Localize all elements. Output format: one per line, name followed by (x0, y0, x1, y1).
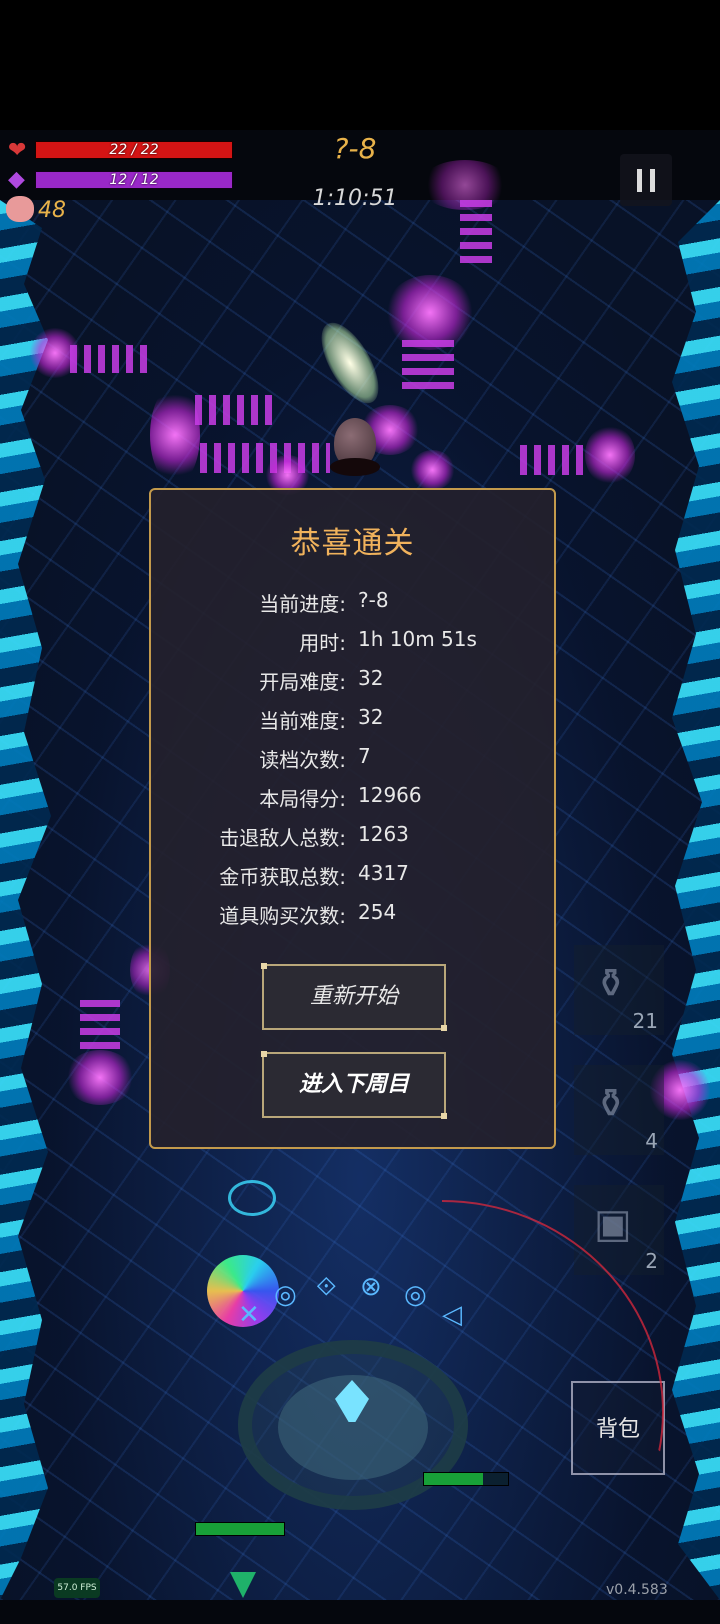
player-hair (330, 458, 380, 476)
rune-icon: ◎ (274, 1280, 297, 1310)
rune-icon: ✕ (238, 1300, 260, 1330)
stat-label: 本局得分: (259, 787, 346, 811)
item-count: 21 (632, 1009, 658, 1033)
projectile-trail (195, 395, 275, 425)
stat-value: 32 (358, 666, 384, 690)
stat-value: 7 (358, 744, 371, 768)
enemy-projectile (65, 1050, 135, 1105)
item-count: 4 (645, 1129, 658, 1153)
mp-text: 12 / 12 (109, 172, 159, 188)
level-complete-dialog: 恭喜通关 当前进度: ?-8 用时: 1h 10m 51s 开局难度: 32 当… (149, 488, 556, 1149)
stat-row-start-difficulty: 开局难度: 32 (151, 666, 554, 696)
stat-value: 254 (358, 900, 397, 924)
enemy-projectile (150, 385, 200, 485)
stat-label: 开局难度: (259, 670, 346, 694)
rune-icon: ⊗ (360, 1272, 382, 1302)
stat-row-load-count: 读档次数: 7 (151, 744, 554, 774)
hp-text: 22 / 22 (109, 142, 159, 158)
pause-icon (637, 169, 642, 192)
pause-icon-bar (650, 169, 655, 192)
projectile-trail (520, 445, 590, 475)
stat-label: 道具购买次数: (219, 904, 346, 928)
mana-crystal-icon: ◆ (8, 167, 25, 192)
projectile-trail (460, 200, 492, 270)
stat-label: 当前难度: (259, 709, 346, 733)
crate-icon: ▣ (594, 1201, 632, 1247)
enemy-projectile (385, 275, 475, 350)
top-letterbox (0, 0, 720, 130)
restart-button-label: 重新开始 (309, 984, 398, 1009)
fps-counter: 57.0 FPS (54, 1578, 100, 1598)
stat-value: 12966 (358, 783, 422, 807)
next-cycle-button[interactable]: 进入下周目 (261, 1051, 447, 1119)
stat-value: 32 (358, 705, 384, 729)
stat-row-gold: 金币获取总数: 4317 (151, 861, 554, 891)
potion-icon: ⚱ (594, 1081, 628, 1127)
stat-row-time: 用时: 1h 10m 51s (151, 627, 554, 657)
stage-indicator: ?-8 (333, 132, 377, 165)
restart-button[interactable]: 重新开始 (261, 963, 447, 1031)
stat-value: 1h 10m 51s (358, 627, 477, 651)
ally-health-bar (195, 1522, 285, 1536)
pig-icon (6, 196, 34, 222)
enemy-projectile (410, 450, 455, 490)
stat-label: 读档次数: (259, 748, 346, 772)
gold-count: 48 (38, 198, 66, 223)
rune-icon: ◎ (404, 1280, 427, 1310)
projectile-trail (80, 1000, 120, 1055)
pause-button[interactable] (620, 154, 672, 206)
projectile-trail (402, 340, 454, 390)
version-label: v0.4.583 (606, 1582, 668, 1598)
heart-icon: ❤ (8, 138, 27, 163)
stat-row-purchases: 道具购买次数: 254 (151, 900, 554, 930)
stat-label: 击退敌人总数: (219, 826, 346, 850)
target-ring (228, 1180, 276, 1216)
direction-arrow-icon (230, 1572, 256, 1598)
enemy-projectile (585, 425, 635, 485)
stat-row-enemies: 击退敌人总数: 1263 (151, 822, 554, 852)
stat-label: 用时: (299, 631, 346, 655)
stat-label: 金币获取总数: (219, 865, 346, 889)
stat-value: 1263 (358, 822, 409, 846)
item-slot-2[interactable]: ⚱ 4 (574, 1065, 664, 1155)
stat-label: 当前进度: (259, 592, 346, 616)
item-count: 2 (645, 1249, 658, 1273)
next-cycle-button-label: 进入下周目 (298, 1072, 409, 1097)
ally-health-bar (423, 1472, 509, 1486)
stat-row-current-difficulty: 当前难度: 32 (151, 705, 554, 735)
stat-value: 4317 (358, 861, 409, 885)
ally-health-fill (196, 1523, 284, 1535)
rune-icon: ⟐ (316, 1272, 337, 1302)
stat-row-progress: 当前进度: ?-8 (151, 588, 554, 618)
potion-icon: ⚱ (594, 961, 628, 1007)
stat-value: ?-8 (358, 588, 389, 612)
run-timer: 1:10:51 (312, 186, 398, 211)
dialog-title: 恭喜通关 (290, 526, 415, 561)
stat-row-score: 本局得分: 12966 (151, 783, 554, 813)
projectile-trail (70, 345, 150, 373)
item-slot-1[interactable]: ⚱ 21 (574, 945, 664, 1035)
ally-health-fill (424, 1473, 483, 1485)
rune-icon: ◁ (442, 1300, 462, 1330)
mp-bar: 12 / 12 (35, 171, 233, 189)
hp-bar: 22 / 22 (35, 141, 233, 159)
